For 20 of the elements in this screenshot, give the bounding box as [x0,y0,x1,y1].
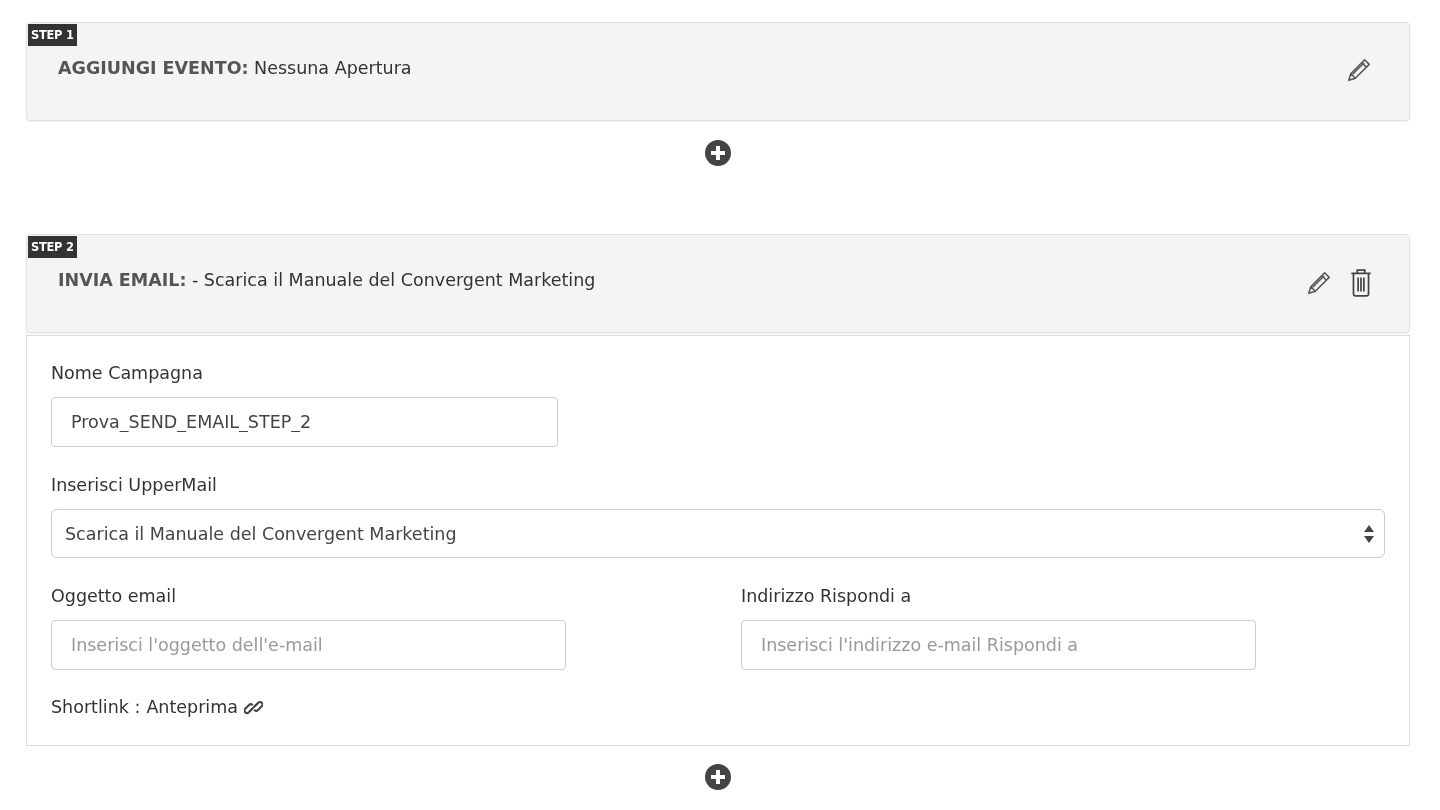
shortlink-label: Shortlink : [51,696,141,719]
select-field[interactable]: Scarica il Manuale del Convergent Marketing [51,509,1385,558]
field-label: Nome Campagna [51,362,203,385]
field-label: Inserisci UpperMail [51,474,217,497]
edit-icon[interactable] [1346,57,1372,83]
step-badge: STEP 1 [28,24,77,46]
text-field[interactable]: Prova_SEND_EMAIL_STEP_2 [51,397,558,447]
delete-icon[interactable] [1350,269,1372,297]
preview-link[interactable]: Anteprima [146,695,263,719]
updown-arrows-icon [1364,524,1374,543]
edit-icon[interactable] [1306,270,1332,296]
step-title: AGGIUNGI EVENTO: Nessuna Apertura [58,57,412,80]
text-field[interactable]: Inserisci l'oggetto dell'e-mail [51,620,567,670]
step-badge: STEP 2 [28,236,77,258]
add-step-icon[interactable] [705,764,731,790]
add-step-icon[interactable] [705,140,731,166]
field-label: Indirizzo Rispondi a [741,585,912,608]
text-field[interactable]: Inserisci l'indirizzo e-mail Rispondi a [741,620,1257,670]
step-title: INVIA EMAIL: - Scarica il Manuale del Convergent Marketing [58,269,596,292]
field-label: Oggetto email [51,585,176,608]
